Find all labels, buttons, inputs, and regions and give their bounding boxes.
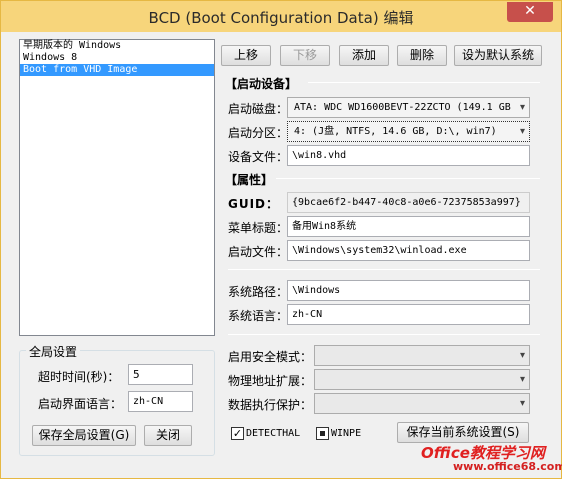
chevron-down-icon: ▾ — [519, 350, 525, 361]
section-divider — [276, 178, 540, 179]
list-item[interactable]: Windows 8 — [20, 52, 214, 64]
winpe-label: WINPE — [331, 428, 362, 439]
boot-partition-label: 启动分区： — [228, 126, 289, 140]
system-language-input[interactable]: zh-CN — [287, 304, 530, 325]
detecthal-checkbox[interactable]: ✓ — [231, 427, 244, 440]
boot-disk-label: 启动磁盘： — [228, 102, 289, 116]
boot-disk-select[interactable]: ATA: WDC WD1600BEVT-22ZCTO (149.1 GB ▾ — [287, 97, 530, 118]
chevron-down-icon: ▾ — [519, 398, 525, 409]
device-file-input[interactable]: \win8.vhd — [287, 145, 530, 166]
properties-heading: 【属性】 — [225, 173, 274, 187]
boot-device-heading: 【启动设备】 — [225, 77, 298, 91]
close-window-button[interactable]: ✕ — [507, 2, 553, 22]
section-divider — [228, 334, 540, 335]
boot-disk-value: ATA: WDC WD1600BEVT-22ZCTO (149.1 GB — [294, 102, 511, 113]
boot-file-input[interactable]: \Windows\system32\winload.exe — [287, 240, 530, 261]
detecthal-label: DETECTHAL — [246, 428, 301, 439]
list-item-selected[interactable]: Boot from VHD Image — [20, 64, 214, 76]
watermark-url: www.office68.com — [453, 460, 562, 473]
move-up-button[interactable]: 上移 — [221, 45, 271, 66]
guid-field: {9bcae6f2-b447-40c8-a0e6-72375853a997} — [287, 192, 530, 213]
system-language-label: 系统语言： — [228, 309, 289, 323]
guid-label: GUID： — [228, 197, 280, 211]
safe-mode-select[interactable]: ▾ — [314, 345, 530, 366]
pae-label: 物理地址扩展： — [228, 374, 313, 388]
client-area: 早期版本的 Windows Windows 8 Boot from VHD Im… — [8, 32, 554, 472]
watermark: Office教程学习网 www.office68.com — [411, 442, 562, 476]
set-default-button[interactable]: 设为默认系统 — [454, 45, 542, 66]
section-divider — [228, 269, 540, 270]
system-path-input[interactable]: \Windows — [287, 280, 530, 301]
chevron-down-icon: ▾ — [519, 374, 525, 385]
save-global-settings-button[interactable]: 保存全局设置(G) — [32, 425, 136, 446]
device-file-label: 设备文件： — [228, 150, 289, 164]
title-bar[interactable]: BCD (Boot Configuration Data) 编辑 ✕ — [1, 1, 561, 32]
save-current-settings-button[interactable]: 保存当前系统设置(S) — [397, 422, 529, 443]
winpe-checkbox[interactable] — [316, 427, 329, 440]
ui-language-label: 启动界面语言： — [38, 397, 123, 411]
section-divider — [308, 82, 540, 83]
menu-title-label: 菜单标题： — [228, 221, 289, 235]
delete-button[interactable]: 删除 — [397, 45, 447, 66]
chevron-down-icon: ▾ — [519, 126, 525, 137]
add-button[interactable]: 添加 — [339, 45, 389, 66]
bcd-editor-window: BCD (Boot Configuration Data) 编辑 ✕ 早期版本的… — [0, 0, 562, 479]
safe-mode-label: 启用安全模式： — [228, 350, 313, 364]
boot-entry-list[interactable]: 早期版本的 Windows Windows 8 Boot from VHD Im… — [19, 39, 215, 336]
boot-partition-select[interactable]: 4: (J盘, NTFS, 14.6 GB, D:\, win7) ▾ — [287, 121, 530, 142]
window-title: BCD (Boot Configuration Data) 编辑 — [148, 9, 414, 27]
boot-partition-value: 4: (J盘, NTFS, 14.6 GB, D:\, win7) — [294, 126, 497, 137]
ui-language-input[interactable]: zh-CN — [128, 391, 193, 412]
close-button[interactable]: 关闭 — [144, 425, 192, 446]
move-down-button[interactable]: 下移 — [280, 45, 330, 66]
global-settings-heading: 全局设置 — [26, 343, 81, 360]
dep-select[interactable]: ▾ — [314, 393, 530, 414]
chevron-down-icon: ▾ — [519, 102, 525, 113]
menu-title-input[interactable]: 备用Win8系统 — [287, 216, 530, 237]
system-path-label: 系统路径： — [228, 285, 289, 299]
timeout-input[interactable]: 5 — [128, 364, 193, 385]
pae-select[interactable]: ▾ — [314, 369, 530, 390]
dep-label: 数据执行保护： — [228, 398, 313, 412]
list-item[interactable]: 早期版本的 Windows — [20, 40, 214, 52]
boot-file-label: 启动文件： — [228, 245, 289, 259]
timeout-label: 超时时间(秒)： — [38, 370, 120, 384]
